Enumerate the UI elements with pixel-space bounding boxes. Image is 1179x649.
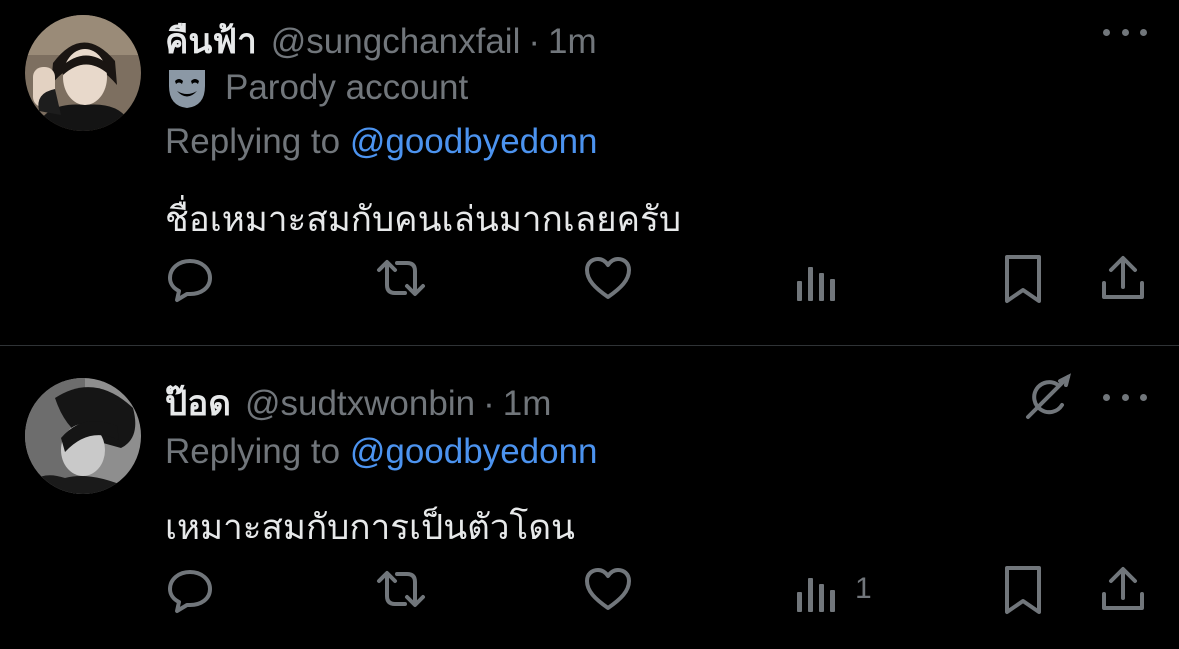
retweet-icon [377,571,425,607]
share-icon [1102,256,1144,299]
action-bar: 1 [0,564,1179,624]
user-handle[interactable]: @sudtxwonbin [245,384,475,424]
views-button[interactable]: 1 [795,564,872,614]
reply-icon [168,570,212,613]
share-button[interactable] [1100,253,1146,303]
bookmark-icon [1005,255,1041,303]
display-name[interactable]: ป๊อด [165,376,231,431]
retweet-icon [377,260,425,296]
separator-dot: · [528,22,541,61]
bookmark-button[interactable] [1003,253,1043,305]
action-bar [0,253,1179,313]
user-handle[interactable]: @sungchanxfail [271,22,521,62]
tweet-text: ชื่อเหมาะสมกับคนเล่นมากเลยครับ [165,200,682,239]
separator-dot: · [483,384,495,423]
tweet[interactable]: ป๊อด @sudtxwonbin · 1m Replying to @good… [0,345,1179,649]
replying-to: Replying to @goodbyedonn [165,122,598,162]
theater-mask-icon [169,70,205,108]
like-button[interactable] [583,564,633,614]
reply-mention-link[interactable]: @goodbyedonn [350,432,598,471]
retweet-button[interactable] [375,564,427,614]
share-button[interactable] [1100,564,1146,614]
display-name[interactable]: คืนฟ้า [165,14,257,69]
like-icon [585,568,631,610]
avatar[interactable] [25,15,141,131]
timestamp[interactable]: 1m [503,384,552,424]
like-button[interactable] [583,253,633,303]
views-icon [797,578,835,612]
reply-mention-link[interactable]: @goodbyedonn [350,122,598,161]
more-icon[interactable] [1103,22,1147,42]
like-icon [585,257,631,299]
replying-prefix: Replying to [165,432,341,471]
grok-icon[interactable] [1022,371,1074,423]
reply-button[interactable] [165,564,215,614]
more-icon[interactable] [1103,387,1147,407]
timestamp[interactable]: 1m [548,22,597,62]
replying-to: Replying to @goodbyedonn [165,432,598,472]
tweet-text: เหมาะสมกับการเป็นตัวโดน [165,508,575,547]
views-icon [797,267,835,301]
parody-label: Parody account [225,68,469,107]
avatar[interactable] [25,378,141,494]
bookmark-icon [1005,566,1041,614]
retweet-button[interactable] [375,253,427,303]
tweet[interactable]: คืนฟ้า @sungchanxfail · 1m Parody accoun… [0,0,1179,345]
views-button[interactable] [795,253,855,303]
bookmark-button[interactable] [1003,564,1043,616]
reply-button[interactable] [165,253,215,303]
reply-icon [168,259,212,302]
parody-badge: Parody account [165,66,468,110]
views-count: 1 [855,572,872,605]
share-icon [1102,567,1144,610]
replying-prefix: Replying to [165,122,341,161]
